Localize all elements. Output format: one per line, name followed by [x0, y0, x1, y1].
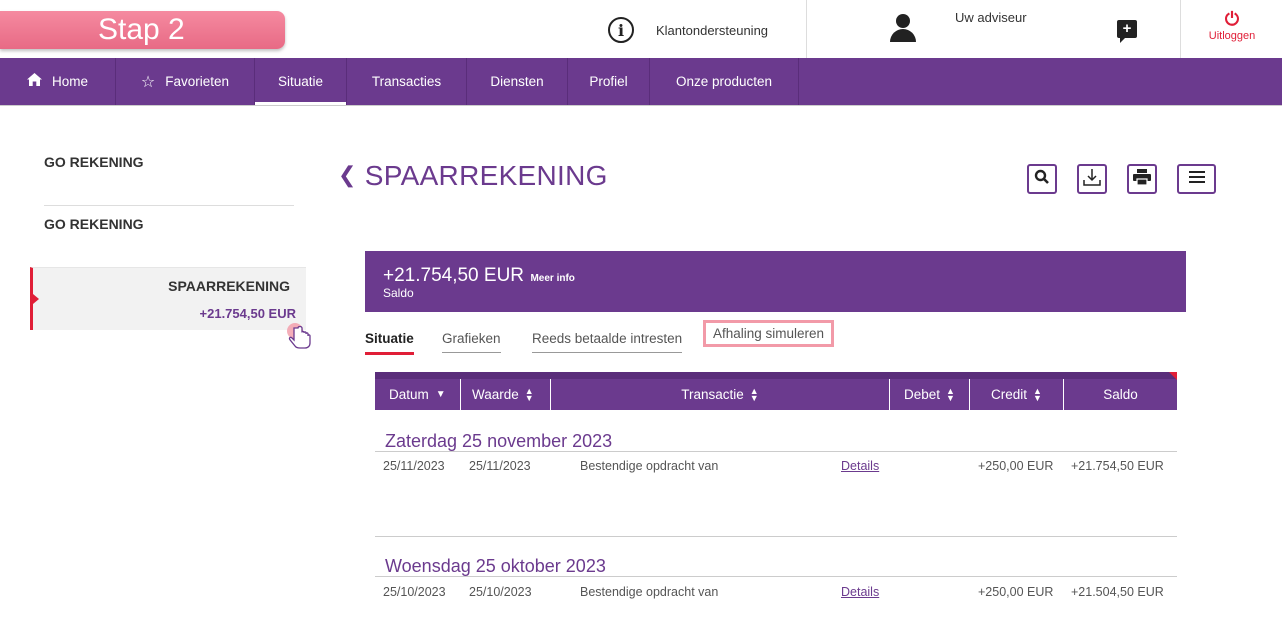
column-label: Transactie [681, 387, 744, 402]
divider [375, 576, 1177, 577]
menu-button[interactable] [1177, 164, 1216, 194]
meer-info-link[interactable]: Meer info [530, 273, 574, 284]
column-label: Debet [904, 387, 941, 402]
column-label: Datum [389, 387, 429, 402]
cell-transactie: Bestendige opdracht van [580, 585, 719, 599]
column-label: Waarde [472, 387, 519, 402]
active-marker [33, 294, 39, 304]
hamburger-menu-icon [1188, 170, 1205, 188]
nav-item-home[interactable]: Home [0, 58, 116, 105]
nav-item-diensten[interactable]: Diensten [467, 58, 568, 105]
day-heading: Zaterdag 25 november 2023 [385, 431, 613, 451]
details-link[interactable]: Details [841, 459, 879, 473]
support-label: Klantondersteuning [656, 22, 769, 38]
balance-label: Saldo [383, 286, 414, 300]
divider [0, 105, 1282, 106]
main-nav: Home ☆ Favorieten Situatie Transacties D… [0, 58, 1282, 105]
top-bar: Stap 2 i Klantondersteuning Uw adviseur … [0, 0, 1282, 58]
page-title-text: SPAARREKENING [364, 160, 608, 191]
search-icon [1034, 169, 1050, 190]
divider [806, 0, 807, 58]
nav-item-onze-producten[interactable]: Onze producten [650, 58, 799, 105]
sidebar-group-go-rekening-2[interactable]: GO REKENING [44, 216, 144, 232]
nav-item-situatie[interactable]: Situatie [255, 58, 347, 105]
adviseur-label[interactable]: Uw adviseur [955, 10, 1027, 25]
column-header-saldo: Saldo [1064, 379, 1177, 410]
download-icon [1083, 168, 1101, 191]
nav-label: Onze producten [675, 74, 773, 89]
chevron-down-icon: ▼ [435, 389, 446, 400]
search-button[interactable] [1027, 164, 1057, 194]
balance-amount: +21.754,50 EUR [383, 265, 525, 286]
balance-banner: +21.754,50 EUR Meer info Saldo [365, 251, 1186, 312]
step-badge: Stap 2 [0, 11, 285, 49]
nav-item-profiel[interactable]: Profiel [568, 58, 650, 105]
cell-saldo: +21.754,50 EUR [1071, 459, 1164, 473]
column-header-datum[interactable]: Datum ▼ [375, 379, 461, 410]
details-link[interactable]: Details [841, 585, 879, 599]
tab-reeds-betaalde-intresten[interactable]: Reeds betaalde intresten [532, 331, 683, 353]
cell-datum: 25/10/2023 [383, 585, 446, 599]
tab-afhaling-simuleren[interactable]: Afhaling simuleren [703, 320, 835, 347]
nav-label: Diensten [490, 74, 544, 89]
divider [375, 536, 1177, 537]
message-plus-icon[interactable]: + [1117, 20, 1137, 43]
divider [44, 205, 294, 206]
column-header-credit[interactable]: Credit ▲ ▼ [970, 379, 1064, 410]
divider [1180, 0, 1181, 58]
sort-icon: ▲ ▼ [1033, 385, 1042, 403]
cell-credit: +250,00 EUR [978, 585, 1054, 599]
nav-label: Transacties [371, 74, 442, 89]
cell-waarde: 25/10/2023 [469, 585, 532, 599]
support-link[interactable]: i Klantondersteuning [608, 15, 768, 45]
nav-item-favorieten[interactable]: ☆ Favorieten [116, 58, 255, 105]
sidebar-item-balance: +21.754,50 EUR [199, 306, 296, 321]
column-label: Credit [991, 387, 1028, 402]
cell-datum: 25/11/2023 [383, 459, 445, 473]
download-button[interactable] [1077, 164, 1107, 194]
sidebar-group-go-rekening[interactable]: GO REKENING [44, 154, 144, 170]
tab-grafieken[interactable]: Grafieken [442, 331, 501, 353]
cell-waarde: 25/11/2023 [469, 459, 531, 473]
sidebar-item-spaarrekening[interactable]: SPAARREKENING +21.754,50 EUR [30, 267, 306, 330]
tab-situatie[interactable]: Situatie [365, 331, 414, 355]
print-button[interactable] [1127, 164, 1157, 194]
home-icon [26, 72, 42, 91]
sort-icon: ▲ ▼ [946, 385, 955, 403]
sort-icon: ▲ ▼ [524, 385, 534, 403]
cell-saldo: +21.504,50 EUR [1071, 585, 1164, 599]
column-header-debet[interactable]: Debet ▲ ▼ [890, 379, 970, 410]
nav-label: Favorieten [165, 74, 230, 89]
nav-item-transacties[interactable]: Transacties [347, 58, 467, 105]
pointer-hand-icon [286, 322, 320, 356]
star-icon: ☆ [140, 73, 156, 91]
print-icon [1133, 168, 1151, 190]
nav-label: Home [51, 74, 88, 89]
logout-label: Uitloggen [1208, 30, 1256, 42]
chevron-left-icon[interactable]: ❮ [338, 162, 357, 187]
nav-label: Situatie [277, 74, 324, 89]
transactions-table-header: Datum ▼ Waarde ▲ ▼ Transactie ▲ ▼ Debet ▲ ▼… [375, 372, 1177, 410]
sort-icon: ▲ ▼ [749, 385, 759, 403]
cell-transactie: Bestendige opdracht van [580, 459, 719, 473]
logout-button[interactable]: ⏻ Uitloggen [1182, 10, 1282, 42]
column-header-transactie[interactable]: Transactie ▲ ▼ [551, 379, 890, 410]
column-header-waarde[interactable]: Waarde ▲ ▼ [461, 379, 551, 410]
info-icon: i [608, 17, 634, 43]
power-icon: ⏻ [1224, 9, 1240, 29]
person-icon[interactable] [890, 14, 916, 42]
divider [375, 451, 1177, 452]
nav-label: Profiel [589, 74, 628, 89]
column-label: Saldo [1103, 387, 1138, 402]
cell-credit: +250,00 EUR [978, 459, 1054, 473]
page-title: ❮ SPAARREKENING [338, 160, 608, 192]
day-heading: Woensdag 25 oktober 2023 [385, 556, 606, 576]
sidebar-item-title: SPAARREKENING [168, 278, 290, 294]
